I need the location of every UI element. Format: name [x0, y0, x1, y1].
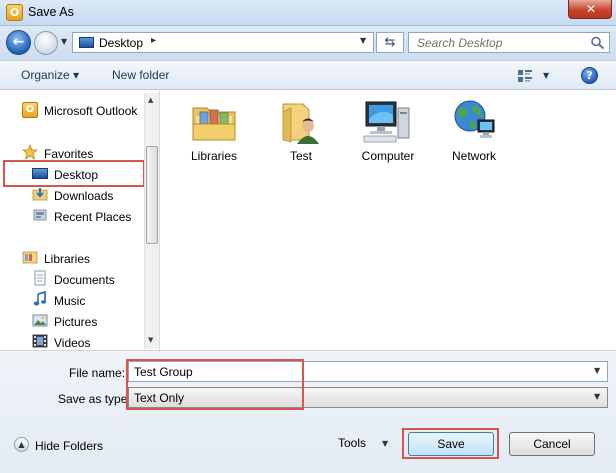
new-folder-button[interactable]: New folder [112, 68, 169, 82]
navigation-scrollbar[interactable]: ▲ ▼ [144, 93, 159, 349]
music-note-icon [33, 291, 46, 306]
content-item-label: Network [451, 149, 496, 163]
tools-chevron-down-icon[interactable]: ▼ [382, 439, 388, 448]
libraries-icon [22, 251, 38, 264]
hide-folders-button[interactable]: Hide Folders [35, 439, 103, 453]
outlook-icon: O [22, 102, 38, 118]
close-button[interactable]: ✕ [568, 0, 612, 19]
view-chevron-down-icon[interactable]: ▼ [543, 71, 549, 80]
nav-item-label: Microsoft Outlook [44, 104, 138, 118]
address-bar[interactable]: Desktop ▸ ▼ [72, 32, 374, 53]
cancel-button[interactable]: Cancel [509, 432, 595, 456]
content-item-label: Libraries [190, 149, 238, 163]
save-button[interactable]: Save [408, 432, 494, 456]
file-name-dropdown-icon[interactable]: ▼ [594, 366, 600, 375]
scroll-up-icon[interactable]: ▲ [148, 96, 153, 104]
back-arrow-icon: ← [12, 34, 25, 50]
downloads-icon [32, 188, 48, 201]
organize-chevron-down-icon[interactable]: ▼ [73, 71, 79, 80]
nav-item-label: Documents [54, 273, 115, 287]
organize-menu-button[interactable]: Organize [21, 68, 70, 82]
scroll-down-icon[interactable]: ▼ [148, 336, 153, 344]
nav-item-label: Videos [54, 336, 91, 350]
filename-type-highlight-annotation [126, 359, 304, 410]
tools-menu-button[interactable]: Tools [338, 436, 366, 450]
videos-icon [32, 334, 48, 348]
nav-item-label: Pictures [54, 315, 98, 329]
recent-pages-chevron-icon[interactable]: ▼ [61, 37, 67, 46]
save-as-type-label: Save as type: [58, 392, 131, 406]
favorites-star-icon [22, 144, 38, 160]
window-title: Save As [28, 5, 74, 19]
computer-icon [363, 101, 410, 143]
content-item-libraries[interactable]: Libraries [174, 92, 254, 167]
change-view-icon[interactable] [517, 69, 533, 83]
user-folder-icon [282, 103, 319, 144]
nav-item-label: Recent Places [54, 210, 132, 224]
libraries-folder-icon [192, 107, 236, 141]
nav-item-label: Downloads [54, 189, 114, 203]
network-globe-icon [454, 100, 495, 138]
help-button[interactable]: ? [581, 67, 598, 84]
forward-button[interactable] [34, 31, 58, 55]
breadcrumb-separator-icon[interactable]: ▸ [151, 35, 156, 46]
title-bar [0, 0, 616, 26]
desktop-icon [79, 37, 94, 48]
file-name-label: File name: [69, 366, 126, 380]
search-box[interactable] [408, 32, 610, 53]
search-input[interactable] [409, 33, 585, 52]
content-item-network[interactable]: Network [434, 92, 514, 167]
scrollbar-thumb[interactable] [146, 146, 158, 244]
back-button[interactable]: ← [6, 30, 31, 55]
refresh-button[interactable]: ⇆ [376, 32, 404, 53]
content-item-label: Test [289, 149, 312, 163]
save-as-type-dropdown-icon[interactable]: ▼ [594, 392, 600, 401]
close-icon: ✕ [585, 2, 597, 16]
content-item-test[interactable]: Test [261, 92, 341, 167]
nav-item-label: Music [54, 294, 86, 308]
desktop-highlight-annotation [3, 160, 145, 187]
address-path[interactable]: Desktop [99, 36, 143, 50]
pictures-icon [32, 314, 48, 327]
hide-folders-chevron-icon[interactable]: ▲ [14, 437, 29, 452]
address-dropdown-icon[interactable]: ▼ [360, 36, 366, 45]
content-item-computer[interactable]: Computer [348, 92, 428, 167]
nav-item-label: Favorites [44, 147, 94, 161]
refresh-icon: ⇆ [384, 35, 396, 50]
documents-icon [34, 270, 46, 286]
content-item-label: Computer [361, 149, 415, 163]
search-icon[interactable] [590, 36, 606, 50]
outlook-app-icon: O [6, 4, 23, 21]
recent-places-icon [33, 209, 47, 221]
nav-item-label: Libraries [44, 252, 91, 266]
